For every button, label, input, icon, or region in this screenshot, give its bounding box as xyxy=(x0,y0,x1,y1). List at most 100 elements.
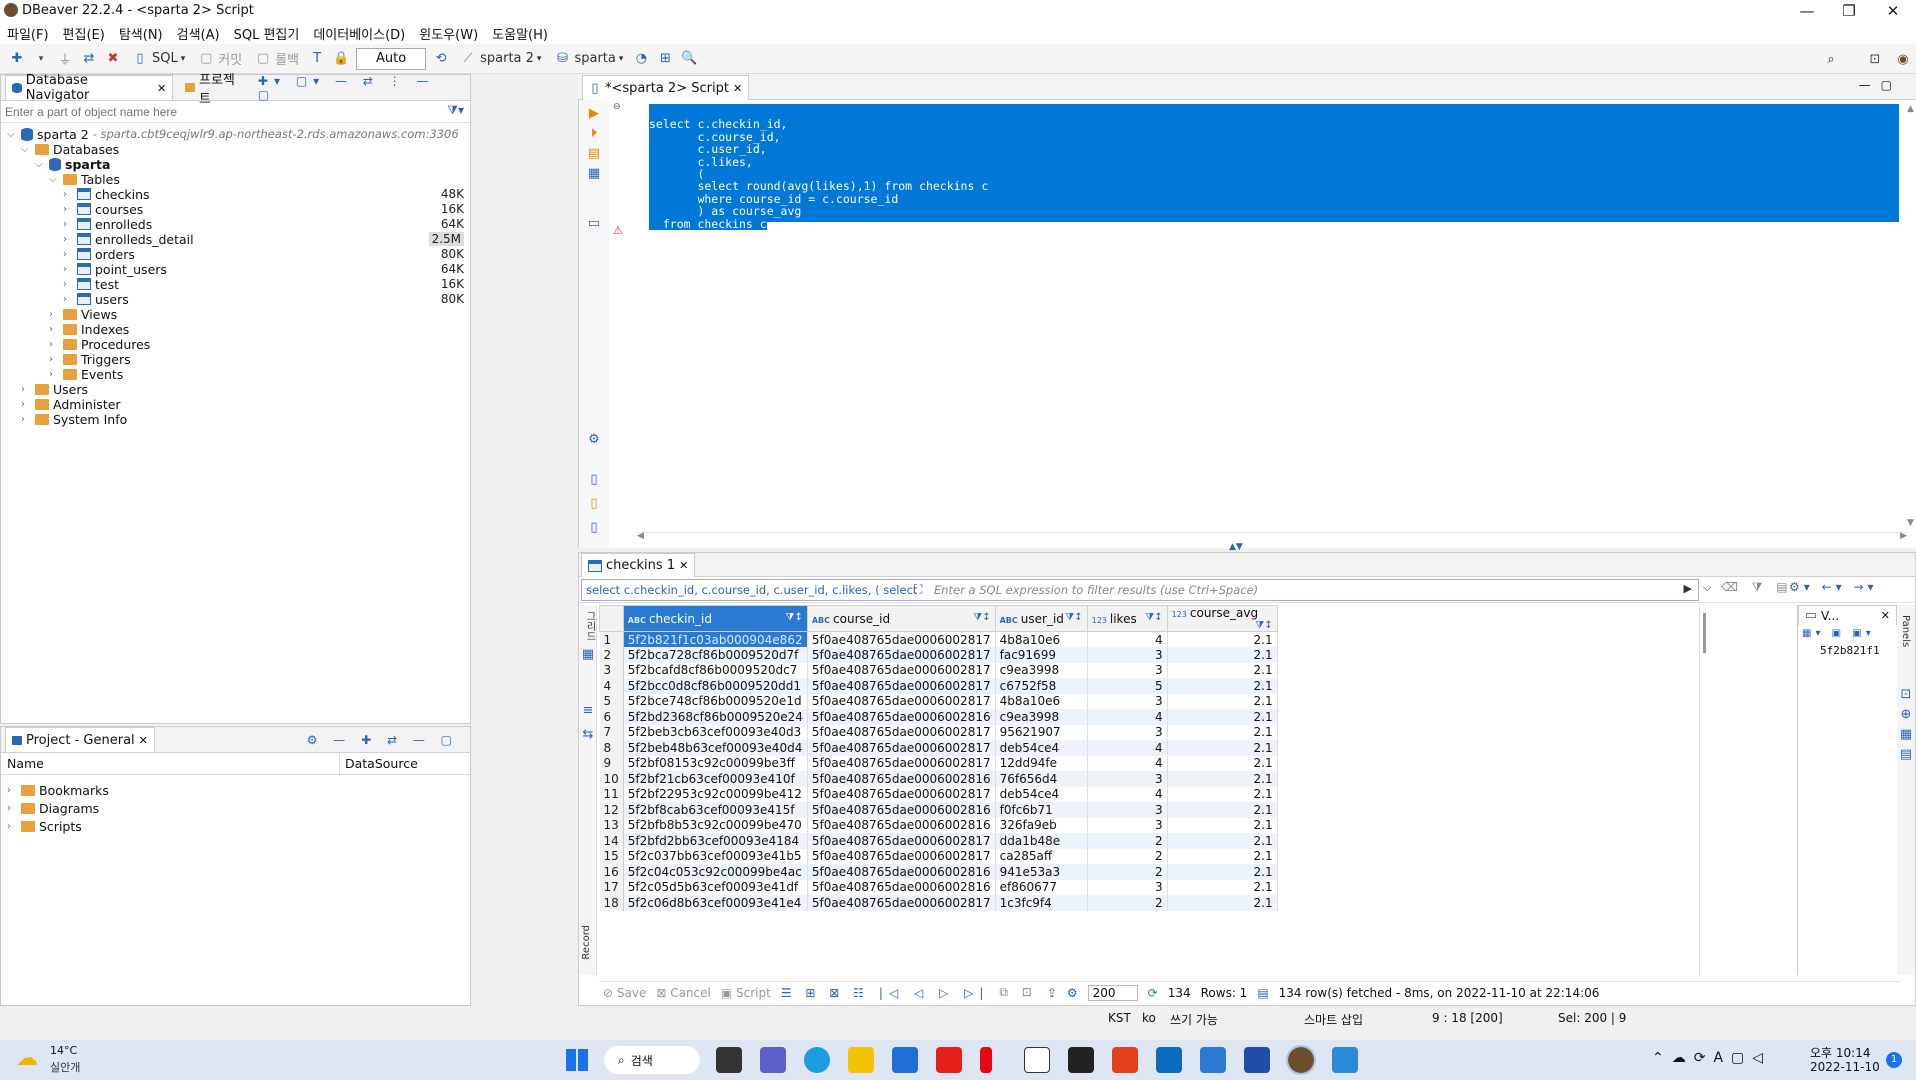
weather-icon[interactable]: ☁ xyxy=(16,1046,38,1071)
load-script-icon[interactable]: ▯ xyxy=(585,494,603,512)
commit-button[interactable]: ▢ 커밋 xyxy=(194,47,245,71)
course-id-cell[interactable]: 5f0ae408765dae0006002817 xyxy=(807,647,996,663)
settings-icon[interactable]: ⚙ xyxy=(585,430,603,448)
history-icon[interactable]: ⟲ xyxy=(432,50,450,68)
course-id-cell[interactable]: 5f0ae408765dae0006002816 xyxy=(807,817,996,833)
scroll-right-icon[interactable]: ▶ xyxy=(1900,531,1907,541)
fold-icon[interactable]: ⊖ xyxy=(613,102,621,112)
likes-cell[interactable]: 4 xyxy=(1087,755,1168,771)
active-schema-selector[interactable]: ⛁ sparta ▾ xyxy=(550,47,626,71)
course-avg-cell[interactable]: 2.1 xyxy=(1167,817,1278,833)
menu-edit[interactable]: 편집(E) xyxy=(63,24,105,43)
row-number-cell[interactable]: 4 xyxy=(599,678,624,694)
table-row[interactable]: 9 5f2bf08153c92c00099be3ff 5f0ae408765dae0… xyxy=(599,755,1278,771)
execute-statement-icon[interactable]: ▶ xyxy=(585,104,603,122)
close-icon[interactable]: ✕ xyxy=(733,82,742,95)
row-number-cell[interactable]: 9 xyxy=(599,755,624,771)
column-header-likes[interactable]: 123 likes ⧩↕ xyxy=(1086,605,1168,632)
column-header-course-id[interactable]: ABC course_id ⧩↕ xyxy=(806,605,996,632)
expand-icon[interactable]: ⛶ xyxy=(914,582,922,597)
explain-plan-icon[interactable]: ▦ xyxy=(585,164,603,182)
tab-database-navigator[interactable]: Database Navigator ✕ xyxy=(5,73,174,103)
likes-cell[interactable]: 3 xyxy=(1087,647,1168,663)
user-id-cell[interactable]: 95621907 xyxy=(995,724,1088,740)
user-id-cell[interactable]: f0fc6b71 xyxy=(995,802,1088,818)
scroll-left-icon[interactable]: ◀ xyxy=(637,531,644,541)
save-script-icon[interactable]: ▯ xyxy=(585,518,603,536)
table-row[interactable]: 2 5f2bca728cf86b0009520d7f 5f0ae408765dae0… xyxy=(599,647,1278,663)
value-preview[interactable]: 5f2b821f1 xyxy=(1798,642,1897,659)
course-id-cell[interactable]: 5f0ae408765dae0006002817 xyxy=(807,678,996,694)
transaction-mode-icon[interactable]: T xyxy=(308,50,326,68)
likes-cell[interactable]: 3 xyxy=(1087,662,1168,678)
course-avg-cell[interactable]: 2.1 xyxy=(1167,724,1278,740)
likes-cell[interactable]: 3 xyxy=(1087,771,1168,787)
tab-sparta2-script[interactable]: ▯ *<sparta 2> Script ✕ xyxy=(582,75,750,100)
menu-navigate[interactable]: 탐색(N) xyxy=(119,24,163,43)
likes-cell[interactable]: 5 xyxy=(1087,678,1168,694)
windows-start-icon[interactable] xyxy=(566,1049,588,1071)
netflix-icon[interactable] xyxy=(980,1047,992,1073)
row-number-cell[interactable]: 18 xyxy=(599,895,624,911)
refresh-icon[interactable]: ⟳ xyxy=(1148,986,1158,1000)
column-header-checkin-id[interactable]: ABC checkin_id ⧩↕ xyxy=(622,605,808,632)
table-row[interactable]: 7 5f2beb3cb63cef00093e40d3 5f0ae408765dae0… xyxy=(599,724,1278,740)
table-row[interactable]: 11 5f2bf22953c92c00099be412 5f0ae408765dae… xyxy=(599,786,1278,802)
execute-new-tab-icon[interactable]: ⏵ xyxy=(585,124,603,142)
sql-editor[interactable]: ▶ ⏵ ▤ ▦ ▭ ⚙ ▯ ▯ ▯ ⊖ ⚠ select c.checkin_i… xyxy=(578,100,1916,552)
office-icon[interactable] xyxy=(1112,1047,1138,1073)
mail-icon[interactable] xyxy=(892,1047,918,1073)
user-id-cell[interactable]: 941e53a3 xyxy=(995,864,1088,880)
table-row[interactable]: 12 5f2bf8cab63cef00093e415f 5f0ae408765dae… xyxy=(599,802,1278,818)
table-row[interactable]: 5 5f2bce748cf86b0009520e1d 5f0ae408765dae0… xyxy=(599,693,1278,709)
rollback-button[interactable]: ▢ 롤백 xyxy=(251,47,302,71)
metadata-icon[interactable]: ⊡ xyxy=(1897,685,1915,703)
scroll-down-icon[interactable]: ▼ xyxy=(1907,518,1914,528)
teams-icon[interactable] xyxy=(760,1047,786,1073)
course-avg-cell[interactable]: 2.1 xyxy=(1167,709,1278,725)
likes-cell[interactable]: 2 xyxy=(1087,848,1168,864)
course-id-cell[interactable]: 5f0ae408765dae0006002816 xyxy=(807,879,996,895)
table-row[interactable]: 18 5f2c06d8b63cef00093e41e4 5f0ae408765dae… xyxy=(599,895,1278,911)
project-item-scripts[interactable]: › Scripts xyxy=(7,817,82,835)
dbeaver-taskbar-icon[interactable] xyxy=(1286,1045,1316,1075)
table-row[interactable]: 10 5f2bf21cb63cef00093e410f 5f0ae408765dae… xyxy=(599,771,1278,787)
course-avg-cell[interactable]: 2.1 xyxy=(1167,662,1278,678)
new-script-icon[interactable]: ▯ xyxy=(585,470,603,488)
user-id-cell[interactable]: 326fa9eb xyxy=(995,817,1088,833)
tree-system-info[interactable]: › System Info xyxy=(21,410,127,428)
table-row[interactable]: 6 5f2bd2368cf86b0009520e24 5f0ae408765dae0… xyxy=(599,709,1278,725)
course-avg-cell[interactable]: 2.1 xyxy=(1167,693,1278,709)
course-avg-cell[interactable]: 2.1 xyxy=(1167,755,1278,771)
checkin-id-cell[interactable]: 5f2bce748cf86b0009520e1d xyxy=(623,693,808,709)
row-number-cell[interactable]: 5 xyxy=(599,693,624,709)
row-number-cell[interactable]: 10 xyxy=(599,771,624,787)
fetch-size-input[interactable]: 200 xyxy=(1087,984,1138,1001)
checkin-id-cell[interactable]: 5f2c05d5b63cef00093e41df xyxy=(623,879,808,895)
course-avg-cell[interactable]: 2.1 xyxy=(1167,802,1278,818)
save-button[interactable]: ⊘ Save xyxy=(603,986,646,1000)
course-id-cell[interactable]: 5f0ae408765dae0006002817 xyxy=(807,895,996,911)
sort-filter-icon[interactable]: ⧩↕ xyxy=(786,612,803,623)
course-id-cell[interactable]: 5f0ae408765dae0006002816 xyxy=(807,802,996,818)
user-id-cell[interactable]: dda1b48e xyxy=(995,833,1088,849)
user-id-cell[interactable]: deb54ce4 xyxy=(995,740,1088,756)
query-filter-box[interactable]: select c.checkin_id, c.course_id, c.user… xyxy=(581,579,1699,601)
user-id-cell[interactable]: deb54ce4 xyxy=(995,786,1088,802)
row-number-cell[interactable]: 7 xyxy=(599,724,624,740)
sort-filter-icon[interactable]: ⧩↕ xyxy=(1255,620,1272,631)
connect-icon[interactable]: ⏚ xyxy=(56,50,74,68)
grid-vscrollbar[interactable] xyxy=(1699,605,1709,975)
row-number-cell[interactable]: 15 xyxy=(599,848,624,864)
checkin-id-cell[interactable]: 5f2bf8cab63cef00093e415f xyxy=(623,802,808,818)
checkin-id-cell[interactable]: 5f2bf22953c92c00099be412 xyxy=(623,786,808,802)
sash-toggle-icon[interactable]: ▲▼ xyxy=(1229,542,1243,552)
close-icon[interactable]: ✕ xyxy=(157,82,166,95)
wikipedia-icon[interactable] xyxy=(1024,1047,1050,1073)
likes-cell[interactable]: 2 xyxy=(1087,833,1168,849)
grouping-icon[interactable]: ▦ xyxy=(1897,725,1915,743)
row-number-cell[interactable]: 13 xyxy=(599,817,624,833)
course-id-cell[interactable]: 5f0ae408765dae0006002816 xyxy=(807,709,996,725)
checkin-id-cell[interactable]: 5f2bf08153c92c00099be3ff xyxy=(623,755,808,771)
row-number-cell[interactable]: 2 xyxy=(599,647,624,663)
